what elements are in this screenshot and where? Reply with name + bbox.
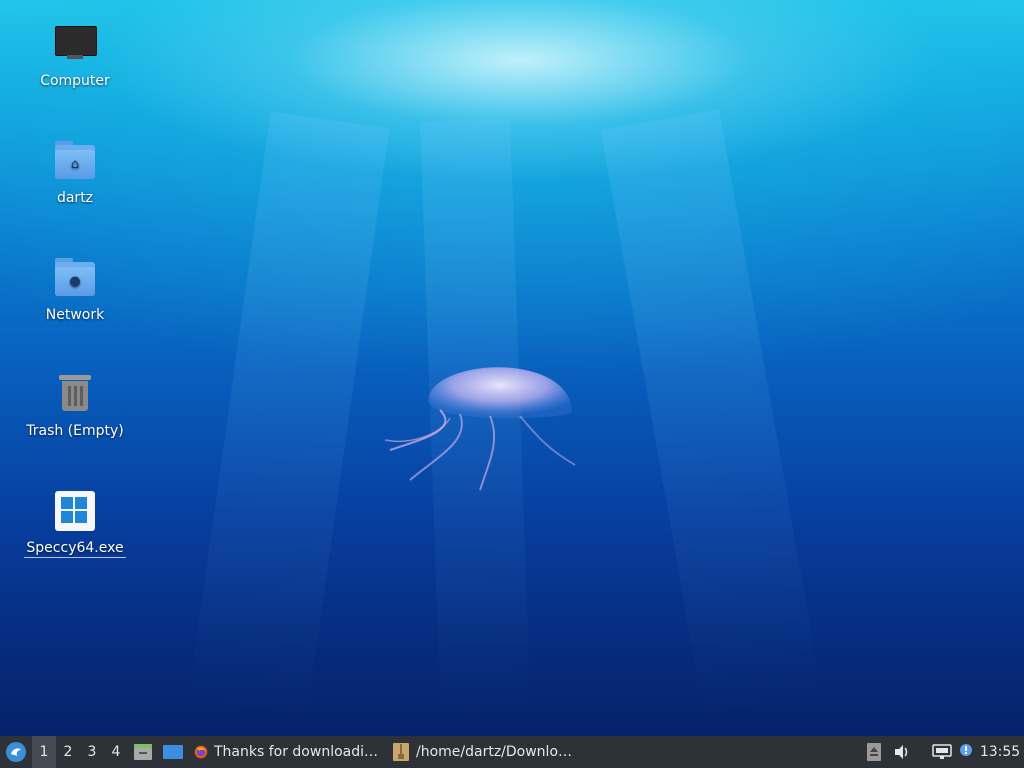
archive-icon [392, 743, 409, 761]
tray-eject-button[interactable] [860, 736, 888, 768]
show-desktop-button[interactable] [158, 736, 188, 768]
jellyfish-wallpaper-art [384, 367, 576, 491]
tray-notification-button[interactable] [956, 736, 976, 768]
workspace-3-button[interactable]: 3 [80, 736, 104, 768]
eject-icon [867, 743, 881, 761]
tray-volume-button[interactable] [888, 736, 916, 768]
desktop-icon-speccy-exe[interactable]: Speccy64.exe [20, 489, 130, 558]
taskbar-task-firefox[interactable]: Thanks for downloadi… [188, 736, 384, 768]
windows-exe-icon [53, 489, 97, 533]
whisker-menu-icon [6, 742, 26, 762]
workspace-2-button[interactable]: 2 [56, 736, 80, 768]
firefox-icon [194, 745, 208, 759]
light-ray [187, 111, 390, 723]
notification-icon [960, 744, 972, 756]
desktop-icon-label: Speccy64.exe [24, 540, 126, 558]
network-folder-icon: ● [53, 256, 97, 300]
desktop-icon-label: Computer [40, 73, 110, 89]
light-ray [600, 109, 824, 722]
file-manager-icon [134, 744, 152, 760]
workspace-4-button[interactable]: 4 [104, 736, 128, 768]
desktop-icon-trash[interactable]: Trash (Empty) [20, 372, 130, 440]
volume-icon [895, 745, 908, 759]
taskbar: 1 2 3 4 Thanks for downloadi… /home/dart… [0, 736, 1024, 768]
task-label: Thanks for downloadi… [213, 744, 378, 760]
taskbar-task-archive-manager[interactable]: /home/dartz/Downlo… [384, 736, 580, 768]
desktop-icon-home-folder[interactable]: ⌂ dartz [20, 139, 130, 207]
whisker-menu-button[interactable] [0, 736, 32, 768]
desktop-icon-label: Network [45, 307, 105, 323]
desktop-icon-label: dartz [56, 190, 94, 206]
desktop-icon-computer[interactable]: Computer [20, 22, 130, 90]
computer-icon [53, 22, 97, 66]
file-manager-launcher[interactable] [128, 736, 158, 768]
show-desktop-icon [163, 745, 183, 759]
workspace-1-button[interactable]: 1 [32, 736, 56, 768]
desktop-background[interactable]: Computer ⌂ dartz ● Network Trash (Empty) [0, 0, 1024, 736]
desktop-icon-label: Trash (Empty) [26, 423, 124, 439]
tray-network-button[interactable] [928, 736, 956, 768]
network-icon [932, 744, 952, 759]
desktop-icon-network[interactable]: ● Network [20, 256, 130, 324]
task-label: /home/dartz/Downlo… [415, 744, 573, 760]
home-folder-icon: ⌂ [53, 139, 97, 183]
trash-icon [53, 372, 97, 416]
clock[interactable]: 13:55 [976, 736, 1024, 768]
